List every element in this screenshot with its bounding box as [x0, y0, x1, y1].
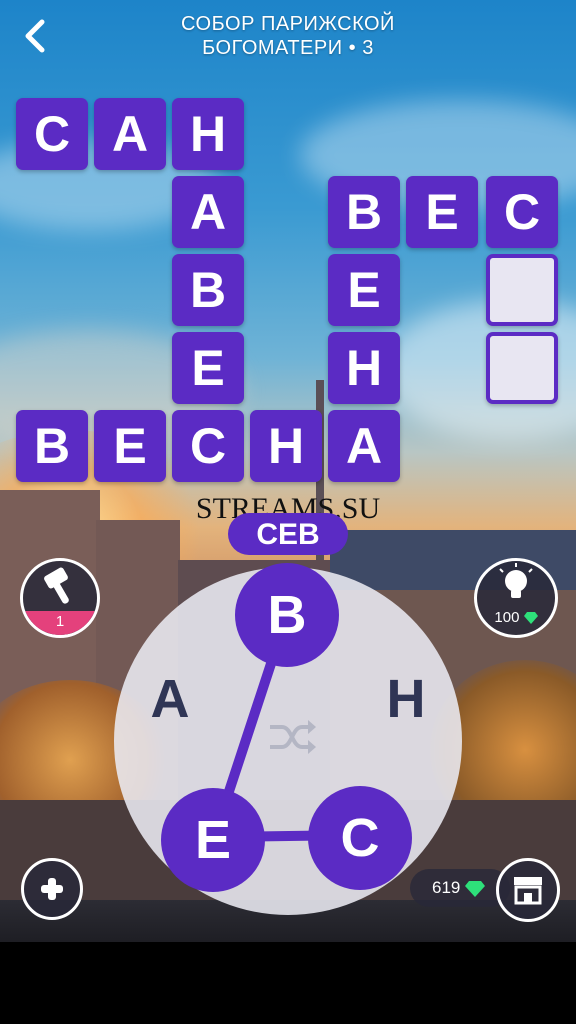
gem-icon [465, 880, 486, 897]
extra-words-button[interactable] [21, 858, 83, 920]
current-word-preview: СЕВ [228, 513, 348, 555]
shuffle-icon[interactable] [266, 715, 318, 759]
grid-tile: С [486, 176, 558, 248]
grid-tile: А [94, 98, 166, 170]
wheel-letter[interactable]: В [235, 563, 339, 667]
wheel-letter[interactable]: А [130, 668, 210, 730]
grid-tile: А [172, 176, 244, 248]
grid-tile: С [172, 410, 244, 482]
grid-tile: Н [250, 410, 322, 482]
gem-icon [523, 612, 538, 625]
grid-tile-empty [486, 254, 558, 326]
gem-balance-value: 619 [432, 878, 461, 897]
grid-tile: В [16, 410, 88, 482]
grid-tile: Е [94, 410, 166, 482]
grid-tile: Е [406, 176, 478, 248]
wheel-letter[interactable]: Е [161, 788, 265, 892]
grid-tile: В [172, 254, 244, 326]
header: СОБОР ПАРИЖСКОЙ БОГОМАТЕРИ • 3 [0, 0, 576, 80]
grid-tile: Е [328, 254, 400, 326]
shop-icon [514, 877, 542, 905]
gem-balance: 619 [410, 869, 510, 907]
hint-cost-value: 100 [494, 609, 520, 626]
hammer-count: 1 [23, 611, 97, 635]
level-subtitle: БОГОМАТЕРИ • 3 [202, 37, 374, 59]
wheel-letter[interactable]: Н [366, 668, 446, 730]
wheel-letter[interactable]: С [308, 786, 412, 890]
grid-tile: А [328, 410, 400, 482]
hammer-button[interactable]: 1 [20, 558, 100, 638]
shop-button[interactable] [496, 858, 560, 922]
hint-button[interactable]: 100 [474, 558, 558, 638]
chevron-left-icon [25, 19, 45, 53]
back-button[interactable] [14, 14, 58, 58]
hammer-icon [44, 567, 69, 604]
grid-tile: С [16, 98, 88, 170]
level-title: СОБОР ПАРИЖСКОЙ [181, 13, 395, 35]
grid-tile: Е [172, 332, 244, 404]
grid-tile: В [328, 176, 400, 248]
grid-tile: Н [172, 98, 244, 170]
grid-tile: Н [328, 332, 400, 404]
lightbulb-icon [499, 563, 533, 598]
grid-tile-empty [486, 332, 558, 404]
hint-cost: 100 [477, 609, 555, 626]
plus-icon [41, 878, 63, 900]
